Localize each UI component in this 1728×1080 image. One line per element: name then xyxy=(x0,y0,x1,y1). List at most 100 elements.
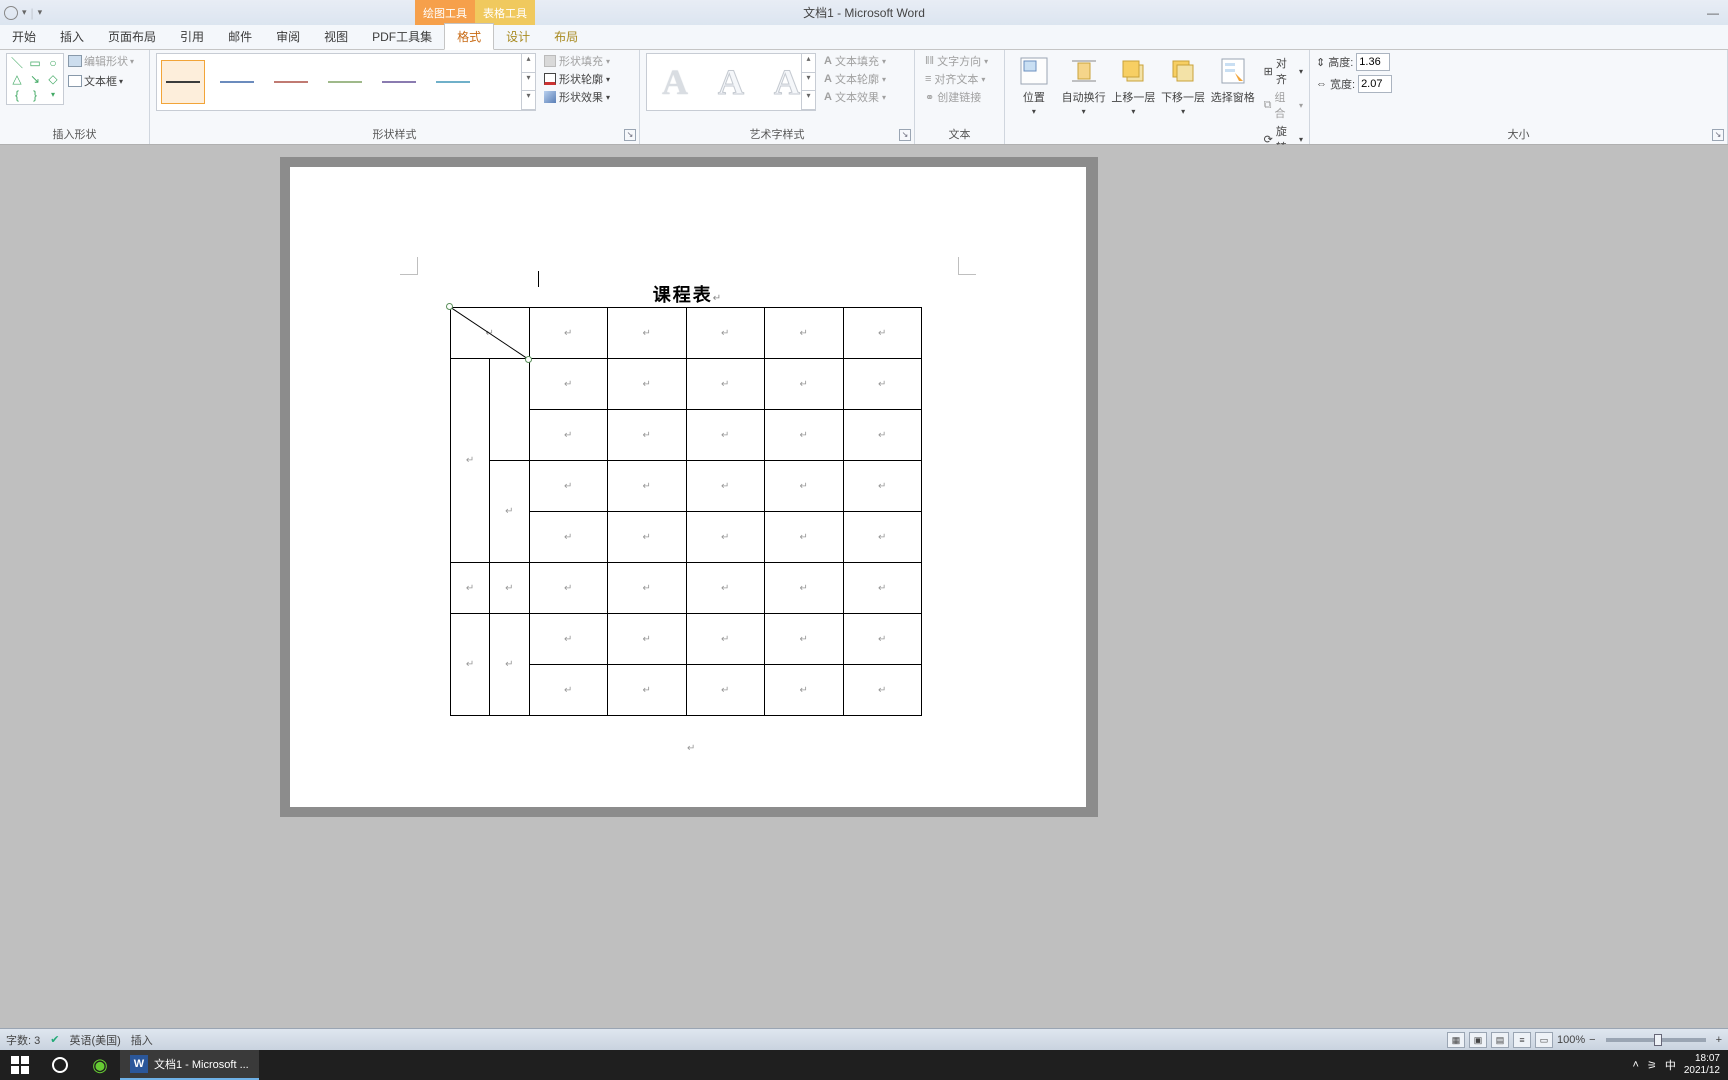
task-item-word[interactable]: W 文档1 - Microsoft ... xyxy=(120,1050,259,1080)
insert-mode[interactable]: 插入 xyxy=(131,1032,153,1048)
table-cell[interactable]: ↵ xyxy=(608,563,687,614)
zoom-slider[interactable] xyxy=(1606,1038,1706,1042)
textbox-button[interactable]: 文本框▾ xyxy=(68,73,134,89)
tab-mailings[interactable]: 邮件 xyxy=(216,24,264,49)
spellcheck-icon[interactable]: ✔ xyxy=(50,1033,59,1046)
table-cell[interactable]: ↵ xyxy=(490,563,529,614)
table-cell[interactable]: ↵ xyxy=(843,665,922,716)
table-cell[interactable]: ↵ xyxy=(843,512,922,563)
table-cell[interactable]: ↵ xyxy=(765,410,844,461)
table-cell[interactable]: ↵ xyxy=(765,308,844,359)
dialog-launcher-icon[interactable]: ↘ xyxy=(899,129,911,141)
tab-design[interactable]: 设计 xyxy=(494,24,542,49)
height-input[interactable] xyxy=(1356,53,1390,71)
table-cell[interactable]: ↵ xyxy=(529,359,608,410)
table-cell[interactable]: ↵ xyxy=(529,410,608,461)
tab-insert[interactable]: 插入 xyxy=(48,24,96,49)
table-cell[interactable]: ↵ xyxy=(490,461,529,563)
draft-view-button[interactable]: ▭ xyxy=(1535,1032,1553,1048)
browser-button[interactable]: ◉ xyxy=(80,1050,120,1080)
qat-customize-icon[interactable]: ▾ xyxy=(38,7,43,18)
tab-layout[interactable]: 布局 xyxy=(542,24,590,49)
table-cell[interactable]: ↵ xyxy=(608,410,687,461)
clock[interactable]: 18:07 2021/12 xyxy=(1684,1053,1720,1077)
shapes-gallery[interactable]: ＼▭○ △↘◇ {}▾ xyxy=(6,53,64,105)
table-cell[interactable]: ↵ xyxy=(686,512,765,563)
document-area[interactable]: 课程表↵ ↵ ↵ ↵ ↵ ↵ ↵ ↵ ↵ ↵ ↵ ↵ ↵ ↵ ↵ xyxy=(0,145,1728,1050)
table-cell[interactable]: ↵ xyxy=(765,563,844,614)
table-cell[interactable]: ↵ xyxy=(529,512,608,563)
print-layout-view-button[interactable]: ▦ xyxy=(1447,1032,1465,1048)
table-cell[interactable]: ↵ xyxy=(451,614,490,716)
selection-pane-button[interactable]: 选择窗格 xyxy=(1210,53,1256,105)
table-cell[interactable]: ↵ xyxy=(843,410,922,461)
tab-view[interactable]: 视图 xyxy=(312,24,360,49)
table-cell[interactable]: ↵ xyxy=(765,512,844,563)
page[interactable]: 课程表↵ ↵ ↵ ↵ ↵ ↵ ↵ ↵ ↵ ↵ ↵ ↵ ↵ ↵ ↵ xyxy=(290,167,1086,807)
table-cell[interactable]: ↵ xyxy=(686,359,765,410)
table-cell[interactable]: ↵ xyxy=(529,308,608,359)
shape-effects-button[interactable]: 形状效果▾ xyxy=(544,89,610,105)
table-cell[interactable]: ↵ xyxy=(529,665,608,716)
table-cell[interactable]: ↵ xyxy=(686,614,765,665)
shape-outline-button[interactable]: 形状轮廓▾ xyxy=(544,71,610,87)
table-cell[interactable]: ↵ xyxy=(686,563,765,614)
start-button[interactable] xyxy=(0,1050,40,1080)
tab-references[interactable]: 引用 xyxy=(168,24,216,49)
table-cell[interactable]: ↵ xyxy=(843,614,922,665)
bring-forward-button[interactable]: 上移一层▾ xyxy=(1110,53,1156,116)
table-cell[interactable]: ↵ xyxy=(686,461,765,512)
minimize-button[interactable]: — xyxy=(1698,6,1728,20)
gallery-spinner[interactable]: ▴▾▾ xyxy=(521,54,535,110)
table-cell[interactable]: ↵ xyxy=(608,308,687,359)
table-cell[interactable]: ↵ xyxy=(490,614,529,716)
wrap-text-button[interactable]: 自动换行▾ xyxy=(1061,53,1107,116)
language-status[interactable]: 英语(美国) xyxy=(69,1032,120,1048)
table-cell[interactable]: ↵ xyxy=(686,410,765,461)
table-cell[interactable]: ↵ xyxy=(608,665,687,716)
table-cell[interactable] xyxy=(490,359,529,461)
fullscreen-reading-view-button[interactable]: ▣ xyxy=(1469,1032,1487,1048)
position-button[interactable]: 位置▾ xyxy=(1011,53,1057,116)
align-button[interactable]: ⊞对齐▾ xyxy=(1264,55,1303,87)
word-count[interactable]: 字数: 3 xyxy=(6,1032,40,1048)
cortana-button[interactable] xyxy=(40,1050,80,1080)
tab-review[interactable]: 审阅 xyxy=(264,24,312,49)
table-cell[interactable]: ↵ xyxy=(608,461,687,512)
table-cell[interactable]: ↵ xyxy=(843,461,922,512)
dialog-launcher-icon[interactable]: ↘ xyxy=(624,129,636,141)
redo-icon[interactable] xyxy=(4,6,18,20)
web-layout-view-button[interactable]: ▤ xyxy=(1491,1032,1509,1048)
table-cell[interactable]: ↵ xyxy=(765,461,844,512)
table-cell[interactable]: ↵ xyxy=(686,665,765,716)
width-input[interactable] xyxy=(1358,75,1392,93)
table-cell[interactable]: ↵ xyxy=(843,563,922,614)
table-cell[interactable]: ↵ xyxy=(451,359,490,563)
tab-start[interactable]: 开始 xyxy=(0,24,48,49)
table-cell[interactable]: ↵ xyxy=(608,614,687,665)
table-cell[interactable]: ↵ xyxy=(765,359,844,410)
shape-style-gallery[interactable]: ▴▾▾ xyxy=(156,53,536,111)
table-cell[interactable]: ↵ xyxy=(451,308,530,359)
tab-format[interactable]: 格式 xyxy=(444,23,494,50)
table-cell[interactable]: ↵ xyxy=(843,359,922,410)
send-backward-button[interactable]: 下移一层▾ xyxy=(1160,53,1206,116)
outline-view-button[interactable]: ≡ xyxy=(1513,1032,1531,1048)
tray-chevron-icon[interactable]: ˄ xyxy=(1633,1059,1639,1071)
table-cell[interactable]: ↵ xyxy=(608,512,687,563)
table-cell[interactable]: ↵ xyxy=(843,308,922,359)
table-cell[interactable]: ↵ xyxy=(529,461,608,512)
qat-dropdown-icon[interactable]: ▾ xyxy=(22,7,27,18)
table-cell[interactable]: ↵ xyxy=(529,614,608,665)
table-cell[interactable]: ↵ xyxy=(765,614,844,665)
tab-pdf[interactable]: PDF工具集 xyxy=(360,24,444,49)
ime-indicator[interactable]: 中 xyxy=(1665,1057,1676,1073)
table-cell[interactable]: ↵ xyxy=(765,665,844,716)
table-cell[interactable]: ↵ xyxy=(451,563,490,614)
dialog-launcher-icon[interactable]: ↘ xyxy=(1712,129,1724,141)
course-table[interactable]: ↵ ↵ ↵ ↵ ↵ ↵ ↵ ↵ ↵ ↵ ↵ ↵ ↵ ↵ ↵ ↵ ↵ xyxy=(450,307,922,716)
wifi-icon[interactable]: ⚞ xyxy=(1647,1059,1657,1072)
table-cell[interactable]: ↵ xyxy=(529,563,608,614)
table-cell[interactable]: ↵ xyxy=(608,359,687,410)
tab-pagelayout[interactable]: 页面布局 xyxy=(96,24,168,49)
